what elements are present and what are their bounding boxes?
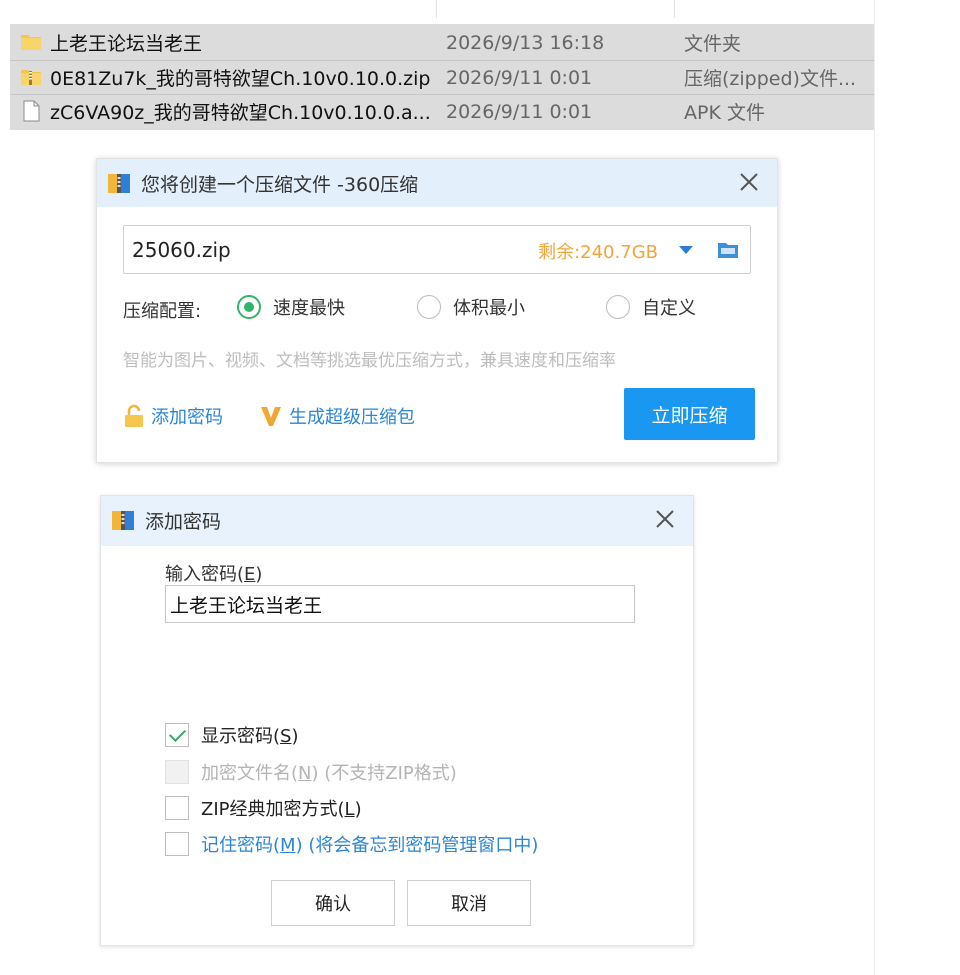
label-text: ) bbox=[354, 799, 362, 820]
accelerator-key: M bbox=[280, 835, 296, 856]
option-custom-label: 自定义 bbox=[642, 298, 696, 319]
archive-path-field[interactable]: 25060.zip 剩余:240.7GB bbox=[123, 225, 751, 274]
label-text: 记住密码( bbox=[201, 835, 281, 856]
close-icon[interactable] bbox=[735, 168, 763, 196]
radio-custom[interactable] bbox=[606, 295, 630, 319]
file-type: APK 文件 bbox=[684, 102, 765, 124]
column-divider bbox=[436, 0, 437, 18]
vip-v-icon bbox=[261, 407, 281, 426]
apk-file-icon bbox=[23, 100, 40, 122]
option-custom[interactable]: 自定义 bbox=[606, 293, 696, 321]
radio-fastest[interactable] bbox=[237, 295, 261, 319]
checkbox-box[interactable] bbox=[165, 796, 189, 820]
option-fastest-label: 速度最快 bbox=[273, 298, 345, 319]
radio-smallest[interactable] bbox=[417, 295, 441, 319]
compress-dialog: 您将创建一个压缩文件 -360压缩 25060.zip 剩余:240.7GB 压… bbox=[96, 158, 778, 463]
file-date: 2026/9/11 0:01 bbox=[446, 100, 593, 123]
dialog-title: 您将创建一个压缩文件 -360压缩 bbox=[141, 174, 419, 196]
file-type: 文件夹 bbox=[684, 33, 742, 55]
checkbox-box[interactable] bbox=[165, 723, 189, 747]
accelerator-key: N bbox=[298, 763, 312, 784]
compress-dialog-titlebar[interactable]: 您将创建一个压缩文件 -360压缩 bbox=[97, 159, 777, 207]
file-name: 上老王论坛当老王 bbox=[50, 33, 203, 55]
checkbox-label: 显示密码(S) bbox=[201, 722, 299, 748]
option-fastest[interactable]: 速度最快 bbox=[237, 293, 345, 321]
super-package-label: 生成超级压缩包 bbox=[289, 407, 415, 428]
label-note: (不支持ZIP格式) bbox=[318, 763, 457, 784]
close-icon[interactable] bbox=[651, 505, 679, 533]
add-password-dialog: 添加密码 输入密码(E) 显示密码(S) 加密文件名(N) (不支持ZIP格式)… bbox=[100, 495, 694, 946]
show-password-checkbox[interactable]: 显示密码(S) bbox=[165, 721, 299, 749]
360-zip-app-icon bbox=[108, 174, 130, 193]
label-text: 显示密码( bbox=[201, 726, 281, 747]
label-text: 输入密码( bbox=[165, 564, 245, 585]
file-name: 0E81Zu7k_我的哥特欲望Ch.10v0.10.0.zip bbox=[50, 68, 431, 90]
free-space-label: 剩余:240.7GB bbox=[538, 242, 658, 263]
option-smallest-label: 体积最小 bbox=[453, 298, 525, 319]
file-name: zC6VA90z_我的哥特欲望Ch.10v0.10.0.a... bbox=[50, 102, 431, 124]
360-zip-app-icon bbox=[112, 511, 134, 530]
cancel-button[interactable]: 取消 bbox=[407, 880, 531, 926]
column-divider bbox=[674, 0, 675, 18]
label-note: (将会备忘到密码管理窗口中) bbox=[302, 835, 539, 856]
accelerator-key: E bbox=[244, 564, 256, 585]
checkbox-box[interactable] bbox=[165, 832, 189, 856]
file-type: 压缩(zipped)文件... bbox=[684, 68, 857, 90]
checkbox-label: 加密文件名(N) (不支持ZIP格式) bbox=[201, 759, 457, 785]
file-date: 2026/9/11 0:01 bbox=[446, 66, 593, 89]
chevron-down-icon[interactable] bbox=[676, 240, 696, 260]
file-date: 2026/9/13 16:18 bbox=[446, 31, 605, 54]
label-text: ) bbox=[255, 564, 263, 585]
accelerator-key: S bbox=[280, 726, 292, 747]
file-row[interactable]: 0E81Zu7k_我的哥特欲望Ch.10v0.10.0.zip 2026/9/1… bbox=[10, 61, 874, 94]
folder-icon bbox=[21, 35, 41, 50]
zip-file-icon bbox=[21, 70, 41, 85]
remember-password-checkbox[interactable]: 记住密码(M) (将会备忘到密码管理窗口中) bbox=[165, 830, 538, 858]
option-smallest[interactable]: 体积最小 bbox=[417, 293, 525, 321]
label-text: 加密文件名( bbox=[201, 763, 299, 784]
checkbox-label: ZIP经典加密方式(L) bbox=[201, 795, 362, 821]
archive-filename[interactable]: 25060.zip bbox=[132, 238, 231, 262]
password-input[interactable] bbox=[165, 585, 635, 623]
browse-folder-icon[interactable] bbox=[716, 238, 740, 262]
password-dialog-titlebar[interactable]: 添加密码 bbox=[101, 496, 693, 546]
file-row[interactable]: zC6VA90z_我的哥特欲望Ch.10v0.10.0.a... 2026/9/… bbox=[10, 95, 874, 128]
compress-now-button[interactable]: 立即压缩 bbox=[624, 388, 755, 440]
encrypt-filenames-checkbox: 加密文件名(N) (不支持ZIP格式) bbox=[165, 758, 457, 786]
add-password-link[interactable]: 添加密码 bbox=[123, 403, 223, 429]
add-password-label: 添加密码 bbox=[151, 407, 223, 428]
label-text: ) bbox=[295, 835, 303, 856]
label-text: ZIP经典加密方式( bbox=[201, 799, 345, 820]
file-row[interactable]: 上老王论坛当老王 2026/9/13 16:18 文件夹 bbox=[10, 26, 874, 59]
accelerator-key: L bbox=[344, 799, 355, 820]
compress-config-label: 压缩配置: bbox=[123, 301, 202, 322]
super-package-link[interactable]: 生成超级压缩包 bbox=[259, 403, 415, 429]
compress-hint: 智能为图片、视频、文档等挑选最优压缩方式，兼具速度和压缩率 bbox=[123, 351, 616, 371]
ok-button[interactable]: 确认 bbox=[271, 880, 395, 926]
password-input-label: 输入密码(E) bbox=[165, 560, 262, 586]
window-edge bbox=[874, 0, 875, 975]
checkbox-label: 记住密码(M) (将会备忘到密码管理窗口中) bbox=[201, 831, 538, 857]
lock-icon bbox=[125, 404, 143, 427]
checkbox-box bbox=[165, 760, 189, 784]
file-list: 上老王论坛当老王 2026/9/13 16:18 文件夹 0E81Zu7k_我的… bbox=[10, 24, 874, 130]
zip-classic-encryption-checkbox[interactable]: ZIP经典加密方式(L) bbox=[165, 794, 362, 822]
dialog-title: 添加密码 bbox=[145, 511, 222, 533]
label-text: ) bbox=[311, 763, 319, 784]
label-text: ) bbox=[291, 726, 299, 747]
